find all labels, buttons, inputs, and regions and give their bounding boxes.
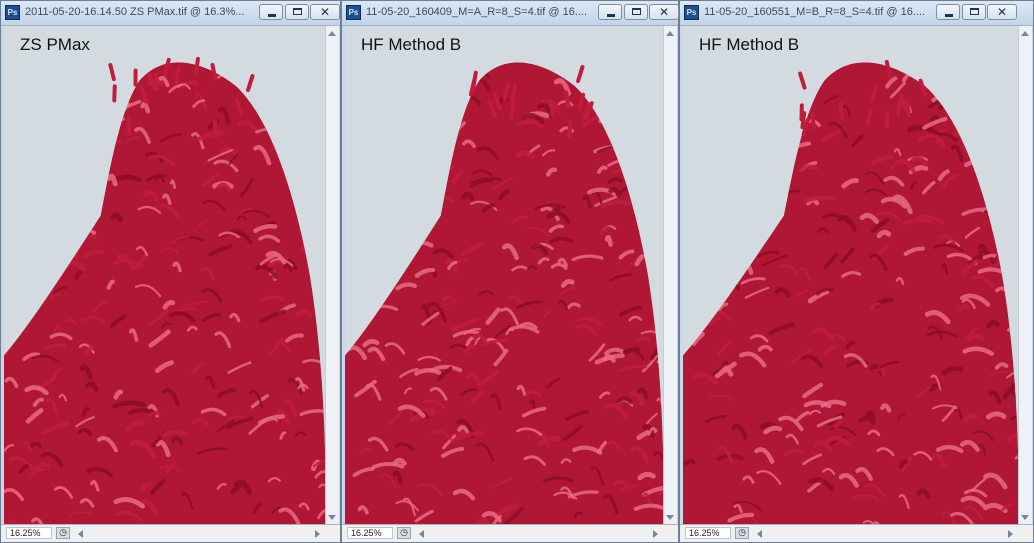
status-info-icon[interactable]: ◷ (397, 527, 411, 539)
window-title: 2011-05-20-16.14.50 ZS PMax.tif @ 16.3%.… (25, 6, 245, 18)
scroll-up-arrow-icon[interactable] (666, 31, 674, 36)
scroll-down-arrow-icon[interactable] (666, 515, 674, 520)
status-bar: 16.25% ◷ (342, 524, 678, 542)
zoom-field[interactable]: 16.25% (6, 527, 52, 539)
maximize-button[interactable] (285, 4, 309, 20)
scroll-left-arrow-icon[interactable] (419, 530, 424, 538)
scroll-up-arrow-icon[interactable] (328, 31, 336, 36)
vertical-scrollbar[interactable] (663, 26, 677, 525)
scroll-up-arrow-icon[interactable] (1021, 31, 1029, 36)
minimize-button[interactable] (936, 4, 960, 20)
window-title: 11-05-20_160409_M=A_R=8_S=4.tif @ 16.... (366, 6, 588, 18)
status-bar: 16.25% ◷ (680, 524, 1033, 542)
photoshop-icon: Ps (5, 5, 20, 20)
window-titlebar[interactable]: Ps 11-05-20_160551_M=B_R=8_S=4.tif @ 16.… (680, 1, 1033, 26)
image-label: HF Method B (361, 35, 462, 54)
image-label: HF Method B (699, 35, 800, 54)
maximize-button[interactable] (962, 4, 986, 20)
window-titlebar[interactable]: Ps 11-05-20_160409_M=A_R=8_S=4.tif @ 16.… (342, 1, 679, 26)
close-button[interactable]: ✕ (649, 4, 679, 20)
scroll-left-arrow-icon[interactable] (757, 530, 762, 538)
window-titlebar[interactable]: Ps 2011-05-20-16.14.50 ZS PMax.tif @ 16.… (1, 1, 340, 26)
image-canvas[interactable]: ZS PMax (4, 26, 326, 525)
close-button[interactable]: ✕ (987, 4, 1017, 20)
status-info-icon[interactable]: ◷ (56, 527, 70, 539)
status-bar: 16.25% ◷ (1, 524, 340, 542)
maximize-button[interactable] (624, 4, 648, 20)
scroll-right-arrow-icon[interactable] (315, 530, 320, 538)
specimen-image (4, 26, 326, 525)
scroll-down-arrow-icon[interactable] (1021, 515, 1029, 520)
status-info-icon[interactable]: ◷ (735, 527, 749, 539)
close-button[interactable]: ✕ (310, 4, 340, 20)
specimen-image (683, 26, 1019, 525)
specimen-image (345, 26, 664, 525)
document-window-2[interactable]: Ps 11-05-20_160409_M=A_R=8_S=4.tif @ 16.… (341, 0, 679, 543)
window-title: 11-05-20_160551_M=B_R=8_S=4.tif @ 16.... (704, 6, 926, 18)
document-window-3[interactable]: Ps 11-05-20_160551_M=B_R=8_S=4.tif @ 16.… (679, 0, 1034, 543)
photoshop-icon: Ps (346, 5, 361, 20)
vertical-scrollbar[interactable] (325, 26, 339, 525)
document-window-1[interactable]: Ps 2011-05-20-16.14.50 ZS PMax.tif @ 16.… (0, 0, 341, 543)
image-label: ZS PMax (20, 35, 90, 54)
minimize-button[interactable] (598, 4, 622, 20)
scroll-down-arrow-icon[interactable] (328, 515, 336, 520)
image-canvas[interactable]: HF Method B (345, 26, 664, 525)
scroll-right-arrow-icon[interactable] (1008, 530, 1013, 538)
photoshop-icon: Ps (684, 5, 699, 20)
minimize-button[interactable] (259, 4, 283, 20)
zoom-field[interactable]: 16.25% (685, 527, 731, 539)
vertical-scrollbar[interactable] (1018, 26, 1032, 525)
scroll-right-arrow-icon[interactable] (653, 530, 658, 538)
zoom-field[interactable]: 16.25% (347, 527, 393, 539)
scroll-left-arrow-icon[interactable] (78, 530, 83, 538)
image-canvas[interactable]: HF Method B (683, 26, 1019, 525)
